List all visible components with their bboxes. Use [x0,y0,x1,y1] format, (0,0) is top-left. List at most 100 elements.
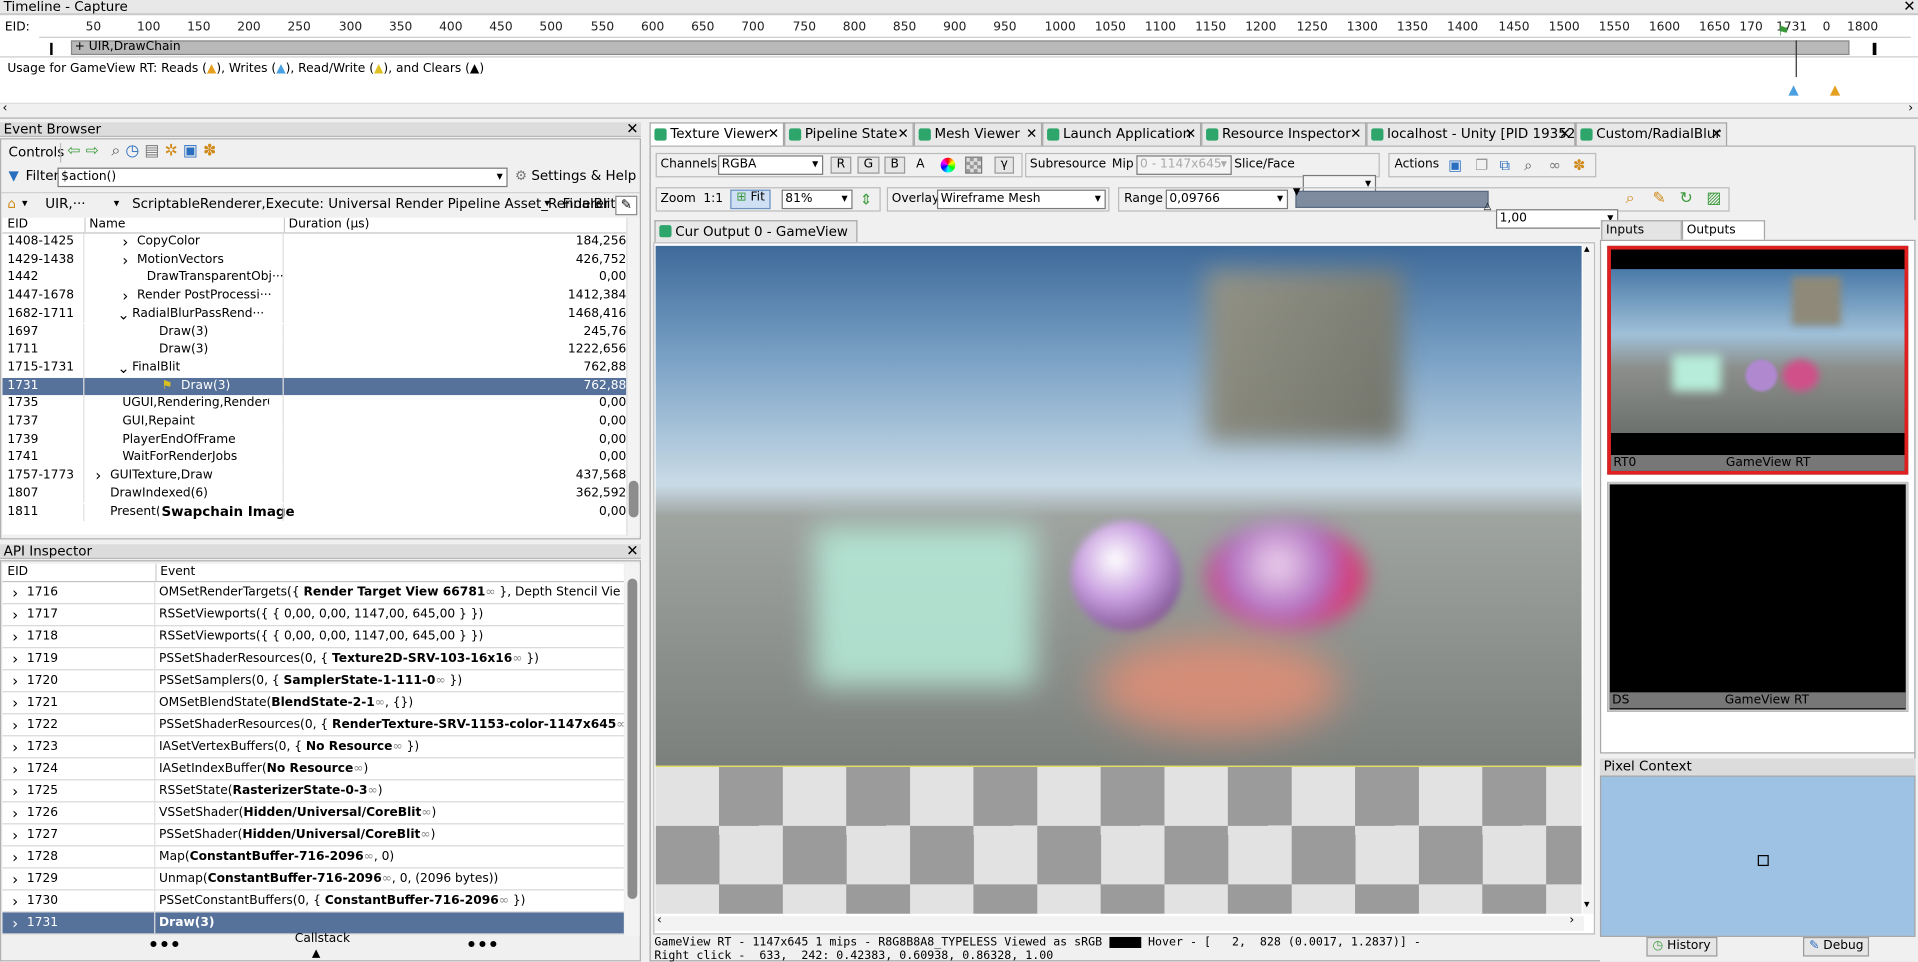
checker-icon[interactable] [965,156,983,174]
texture-viewport[interactable]: ▴ ▾ ‹ › [653,242,1596,935]
overlay-select[interactable]: Wireframe Mesh [936,189,1106,210]
callstack-toggle[interactable]: Callstack [295,932,350,945]
channel-a-toggle[interactable]: A [916,158,924,171]
scroll-left-icon[interactable]: ‹ [657,914,662,927]
chevron-right-icon[interactable]: › [12,626,18,647]
tab-cur-output[interactable]: Cur Output 0 - GameView RT [654,220,858,261]
thumb-rt0[interactable]: RT0 GameView RT [1607,245,1909,475]
event-scrollbar[interactable] [626,217,640,536]
range-min-input[interactable]: 0,09766 [1165,189,1289,210]
scroll-down-icon[interactable]: ▾ [1584,899,1590,911]
color-wheel-icon[interactable] [940,157,956,173]
chevron-right-icon[interactable]: › [12,736,18,757]
col-eid[interactable]: EID [7,218,28,233]
range-slider[interactable] [1295,190,1489,208]
breadcrumb-item[interactable]: FinalBlit [563,193,616,215]
breadcrumb-item[interactable]: ScriptableRenderer,Execute: Universal Re… [132,193,609,215]
link-icon[interactable]: ∞ [499,894,509,907]
channels-select[interactable]: RGBA [718,155,824,175]
api-resource-link[interactable]: BlendState-2-1 [271,696,375,709]
api-resource-link[interactable]: Hidden/Universal/CoreBlit [243,806,421,819]
scroll-right-icon[interactable]: › [1569,914,1574,927]
tab-outputs[interactable]: Outputs [1681,220,1766,240]
event-row[interactable]: 1811 Present(Swapchain Image 0,00 [2,503,626,522]
api-resource-link[interactable]: Texture2D-SRV-103-16x16 [332,652,512,665]
api-row[interactable]: › 1719 PSSetShaderResources(0, { Texture2D… [2,648,624,671]
api-row[interactable]: › 1722 PSSetShaderResources(0, { RenderTex… [2,714,624,737]
tab-launch-application[interactable]: Launch Application ✕ [1042,122,1202,146]
api-resource-link[interactable]: Draw(3) [159,916,214,929]
api-resource-link[interactable]: No Resource [306,740,393,753]
event-row[interactable]: 1447-1678 › Render PostProcessi··· 1412,384 [2,287,626,306]
event-row[interactable]: 1757-1773 › GUITexture,Draw 437,568 [2,467,626,486]
link-icon[interactable]: ∞ [375,696,385,709]
link-icon[interactable]: ∞ [353,762,363,775]
filter-input[interactable]: $action() [57,167,508,188]
chevron-right-icon[interactable]: › [12,692,18,713]
mip-select[interactable]: 0 - 1147x645 [1136,155,1232,175]
histogram-icon[interactable]: ▨ [1706,190,1721,208]
chevron-right-icon[interactable]: › [12,846,18,867]
bookmark-icon[interactable]: ▤ [144,142,159,160]
chevron-right-icon[interactable]: › [122,234,128,252]
api-row[interactable]: › 1721 OMSetBlendState(BlendState-2-1∞, {}… [2,692,624,715]
tab-localhost-unity-pid-19352[interactable]: localhost - Unity [PID 19352] ✕ [1366,122,1581,146]
close-icon[interactable]: ✕ [1185,124,1196,146]
zoom-1to1-button[interactable]: 1:1 [703,192,723,205]
api-resource-link[interactable]: RasterizerState-0-3 [233,784,368,797]
api-row[interactable]: › 1720 PSSetSamplers(0, { SamplerState-1-1… [2,670,624,693]
link-icon[interactable]: ∞ [421,806,431,819]
viewport-vscroll[interactable]: ▴ ▾ [1582,243,1594,914]
chevron-right-icon[interactable]: › [95,467,101,485]
scroll-left-icon[interactable]: ‹ [2,102,7,115]
close-icon[interactable]: ✕ [898,124,909,146]
find-icon[interactable]: ⌕ [111,142,120,160]
save-icon[interactable]: ▣ [183,142,198,160]
debug-button[interactable]: ✎ Debug [1802,936,1870,957]
channel-b-toggle[interactable]: B [884,156,906,174]
chevron-right-icon[interactable]: › [12,758,18,779]
tab-pipeline-state[interactable]: Pipeline State ✕ [784,122,914,146]
chevron-down-icon[interactable]: ⌄ [117,359,129,377]
api-row[interactable]: › 1726 VSSetShader(Hidden/Universal/CoreBl… [2,802,624,825]
event-row[interactable]: 1711 Draw(3) 1222,656 [2,341,626,360]
flip-icon[interactable]: ⇕ [860,191,872,208]
back-arrow-icon[interactable]: ⇦ [67,142,80,160]
close-icon[interactable]: ✕ [626,544,638,557]
link-icon[interactable]: ∞ [392,740,402,753]
breadcrumb-item[interactable]: UIR,··· [45,193,85,215]
api-scrollbar[interactable] [625,563,640,936]
home-icon[interactable]: ⌂ [7,193,16,215]
tab-texture-viewer[interactable]: Texture Viewer ✕ [649,122,785,146]
link-icon[interactable]: ∞ [485,586,495,599]
scroll-thumb[interactable] [627,578,638,900]
api-resource-link[interactable]: SamplerState-1-111-0 [284,674,436,687]
api-row[interactable]: › 1723 IASetVertexBuffers(0, { No Resource… [2,736,624,759]
api-row[interactable]: › 1728 Map(ConstantBuffer-716-2096∞, 0) [2,846,624,869]
save-texture-icon[interactable]: ▣ [1448,157,1462,174]
col-duration[interactable]: Duration (μs) [289,218,370,233]
range-max-handle[interactable]: △ [1484,201,1492,212]
link-icon[interactable]: ∞ [1549,157,1561,174]
chevron-right-icon[interactable]: › [122,288,128,306]
col-event[interactable]: Event [160,564,195,581]
api-resource-link[interactable]: ConstantBuffer-716-2096 [208,872,382,885]
scroll-thumb[interactable] [628,480,639,518]
close-icon[interactable]: ✕ [1711,124,1722,146]
event-resource[interactable]: Swapchain Image [161,503,294,521]
viewport-hscroll[interactable]: ‹ › [654,914,1585,931]
api-row[interactable]: › 1730 PSSetConstantBuffers(0, { ConstantB… [2,890,624,913]
chevron-right-icon[interactable]: › [12,670,18,691]
zoom-select[interactable]: 81% [781,189,853,210]
event-row[interactable]: 1735 UGUI,Rendering,RenderO··· 0,00 [2,395,626,414]
api-row[interactable]: › 1717 RSSetViewports({ { 0,00, 0,00, 1147… [2,604,624,627]
link-icon[interactable]: ∞ [364,850,374,863]
event-row[interactable]: 1737 GUI,Repaint 0,00 [2,413,626,432]
time-icon[interactable]: ◷ [125,142,139,160]
forward-arrow-icon[interactable]: ⇨ [86,142,99,160]
chevron-up-icon[interactable]: ▲ [312,948,320,960]
drawchain-bar[interactable]: + UIR,DrawChain [70,40,1850,56]
channel-r-toggle[interactable]: R [830,156,852,174]
scroll-right-icon[interactable]: › [1908,102,1913,115]
api-row[interactable]: › 1724 IASetIndexBuffer(No Resource∞) [2,758,624,781]
